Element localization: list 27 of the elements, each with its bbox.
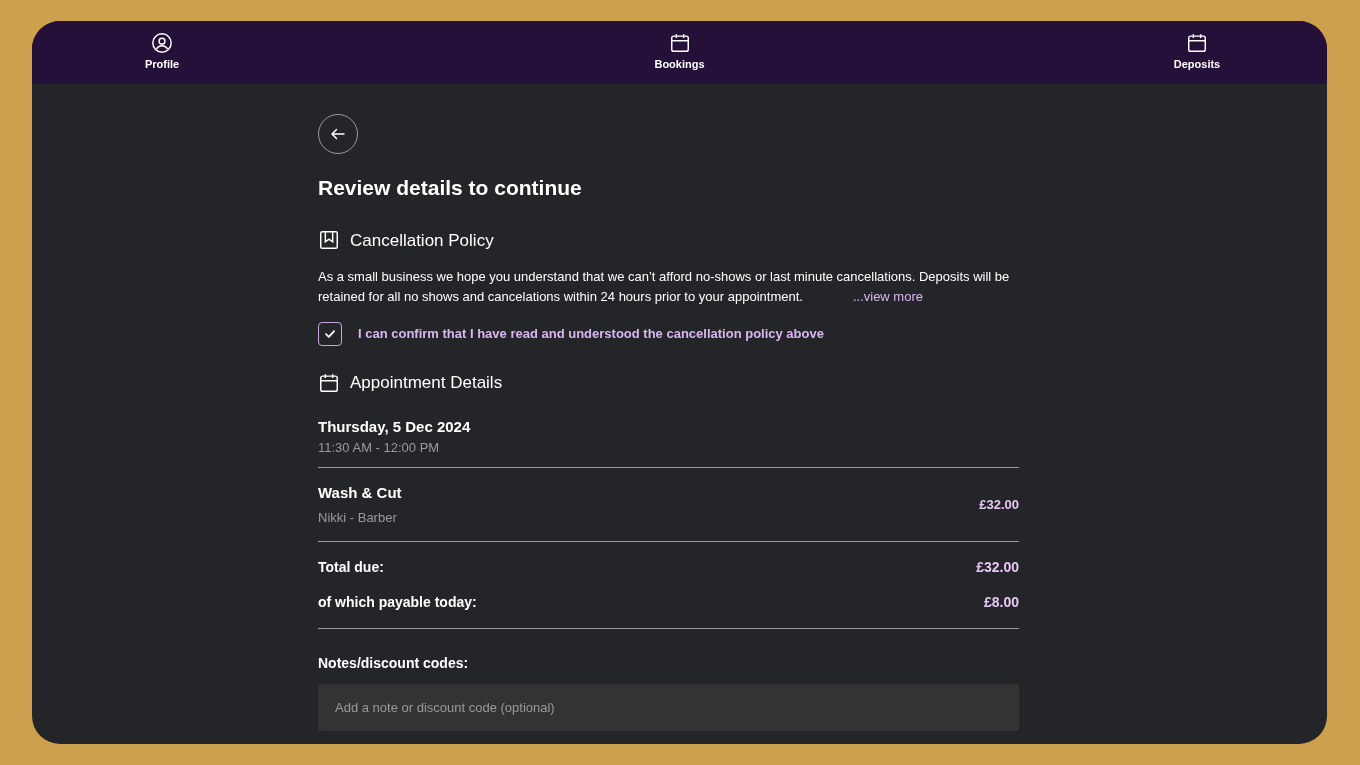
bookmark-icon — [318, 229, 340, 252]
nav-tab[interactable]: Profile — [132, 21, 192, 84]
calendar-icon — [668, 32, 691, 55]
total-amount: £32.00 — [976, 558, 1019, 577]
total-amount: £8.00 — [983, 593, 1019, 612]
total-label: Total due: — [318, 558, 384, 577]
calendar-icon — [1186, 32, 1208, 55]
confirm-label: I can confirm that I have read and understood the cancellation policy above — [358, 325, 824, 344]
notes-label: Notes/discount codes: — [318, 654, 470, 673]
service-price: £32.00 — [979, 495, 1019, 514]
checkmark-icon — [323, 327, 337, 341]
policy-text: As a small business we hope you understand that we can’t afford no-shows or last minute cancellations. Deposits will be retained for all no shows and cancelations within 24 hours prior to your appointment. ...view more — [318, 268, 1011, 306]
nav-tab[interactable]: Bookings — [649, 21, 710, 84]
total-label: of which payable today: — [318, 593, 477, 612]
section-heading: Appointment Details — [350, 372, 503, 394]
confirm-checkbox[interactable] — [318, 322, 342, 346]
notes-input-field[interactable]: Add a note or discount code (optional) — [318, 684, 1019, 731]
appointment-time: 11:30 AM - 12:00 PM — [318, 438, 441, 457]
section-heading: Cancellation Policy — [350, 229, 494, 252]
view-more-link[interactable]: ...view more — [852, 289, 923, 304]
staff-name: Nikki - Barber — [318, 508, 398, 527]
nav-tab[interactable]: Deposits — [1167, 21, 1227, 84]
page-title: Review details to continue — [318, 175, 583, 201]
appointment-date: Thursday, 5 Dec 2024 — [318, 417, 472, 436]
user-circle-icon — [151, 32, 173, 55]
calendar-icon — [318, 371, 340, 394]
service-name: Wash & Cut — [318, 483, 402, 503]
